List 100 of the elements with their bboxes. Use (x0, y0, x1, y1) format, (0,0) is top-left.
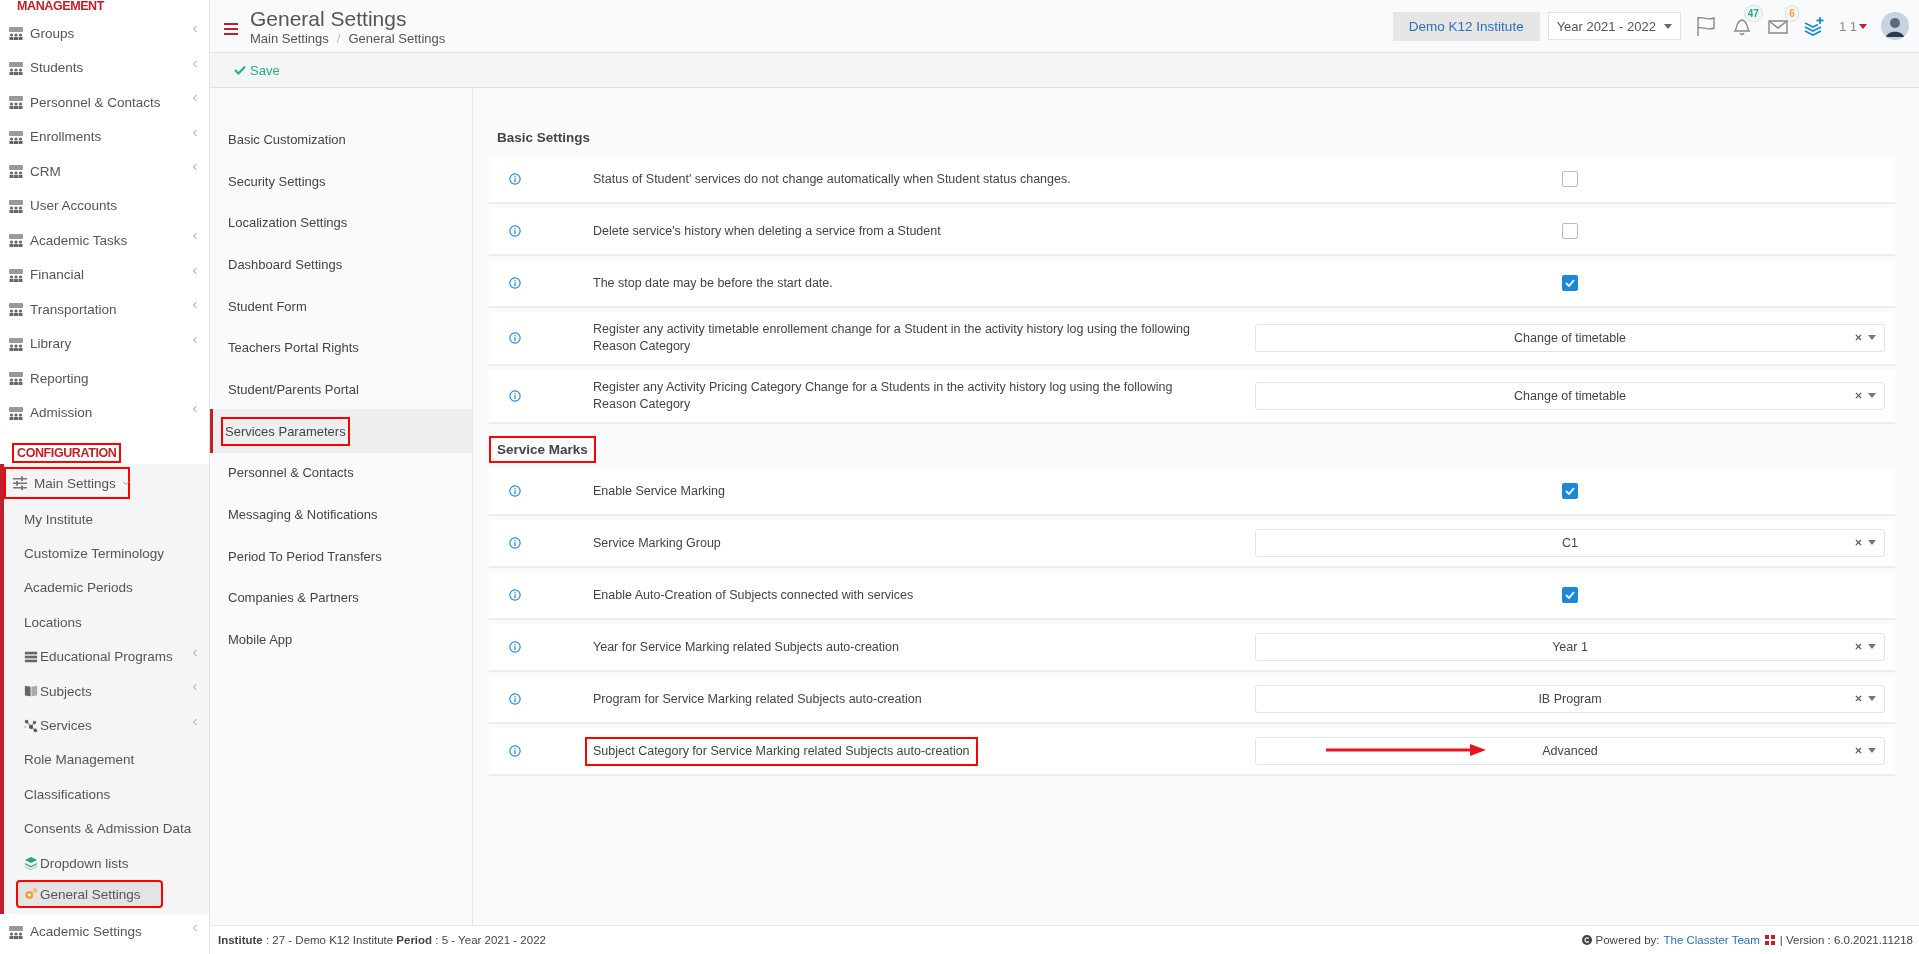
clear-icon[interactable] (1855, 539, 1862, 546)
settings-nav-item[interactable]: Basic Customization (210, 119, 472, 161)
settings-nav-item[interactable]: Companies & Partners (210, 576, 472, 619)
checkbox[interactable] (1562, 171, 1578, 187)
check-icon (1565, 279, 1575, 287)
institute-button[interactable]: Demo K12 Institute (1392, 11, 1540, 41)
sidebar-item[interactable]: Customize Terminology (4, 536, 209, 571)
sidebar-item[interactable]: Enrollments (0, 119, 209, 154)
info-icon[interactable] (509, 485, 521, 497)
info-icon[interactable] (509, 745, 521, 757)
info-icon[interactable] (509, 332, 521, 344)
breadcrumb-link[interactable]: General Settings (348, 30, 446, 46)
sidebar-item[interactable]: Financial (0, 257, 209, 292)
sidebar-item[interactable]: Main Settings (4, 467, 130, 499)
sidebar-item[interactable]: Academic Tasks (0, 223, 209, 258)
select-value: Advanced (1542, 744, 1598, 758)
caret-icon (1868, 393, 1876, 398)
caret-icon (1868, 696, 1876, 701)
check-icon (1565, 591, 1575, 599)
info-icon[interactable] (509, 693, 521, 705)
sidebar-item[interactable]: User Accounts (0, 188, 209, 223)
breadcrumb-link[interactable]: Main Settings (250, 30, 329, 46)
nav-item-label: Period To Period Transfers (227, 547, 383, 566)
info-icon[interactable] (509, 537, 521, 549)
powered-label: Powered by: (1595, 934, 1660, 946)
page-title: General Settings (250, 6, 408, 31)
info-icon[interactable] (509, 390, 521, 402)
sidebar-item[interactable]: Subjects (4, 673, 209, 709)
settings-nav-item[interactable]: Localization Settings (210, 202, 472, 244)
settings-nav-item[interactable]: Security Settings (210, 160, 472, 203)
info-icon[interactable] (509, 277, 521, 289)
sidebar-item[interactable]: CRM (0, 154, 209, 189)
setting-label: Year for Service Marking related Subjects auto-creation (592, 638, 900, 656)
settings-nav-item[interactable]: Student Form (210, 285, 472, 327)
chevron-icon (191, 163, 199, 172)
group-icon (8, 25, 24, 42)
settings-nav-item[interactable]: Personnel & Contacts (210, 452, 472, 494)
check-icon (1565, 487, 1575, 495)
clear-icon[interactable] (1855, 747, 1862, 754)
select-field[interactable]: Year 1 (1255, 633, 1885, 661)
sidebar-item[interactable]: Role Management (4, 742, 209, 778)
sidebar-item[interactable]: General Settings (16, 880, 163, 909)
settings-nav-item[interactable]: Period To Period Transfers (210, 535, 472, 577)
chevron-icon (191, 301, 199, 310)
settings-nav-item[interactable]: Dashboard Settings (210, 243, 472, 286)
settings-nav-item[interactable]: Teachers Portal Rights (210, 326, 472, 369)
sidebar-item[interactable]: Academic Periods (4, 570, 209, 606)
settings-nav-item[interactable]: Mobile App (210, 618, 472, 661)
caret-icon[interactable] (1859, 23, 1867, 29)
nav-item-label: Student Form (227, 297, 308, 316)
sidebar-item[interactable]: Dropdown lists (4, 845, 209, 881)
checkbox[interactable] (1562, 223, 1578, 239)
sidebar-item[interactable]: Groups (0, 16, 209, 51)
sidebar-item[interactable]: Locations (4, 605, 209, 640)
sidebar-item[interactable]: Services (4, 708, 209, 743)
clear-icon[interactable] (1855, 392, 1862, 399)
sidebar-item[interactable]: Admission (0, 395, 209, 430)
caret-icon (1663, 23, 1672, 29)
clear-icon[interactable] (1855, 334, 1862, 341)
clear-icon[interactable] (1855, 695, 1862, 702)
sidebar-item[interactable]: Classifications (4, 777, 209, 812)
flag-icon[interactable] (1694, 15, 1717, 37)
select-field[interactable]: IB Program (1255, 685, 1885, 713)
sidebar-item[interactable]: Consents & Admission Data (4, 811, 209, 846)
settings-nav-item[interactable]: Messaging & Notifications (210, 493, 472, 536)
sidebar-item[interactable]: Transportation (0, 292, 209, 327)
select-field[interactable]: Change of timetable (1255, 324, 1885, 352)
section-heading: CONFIGURATION (12, 443, 122, 463)
team-link[interactable]: The Classter Team (1663, 934, 1760, 946)
select-field[interactable]: C1 (1255, 529, 1885, 557)
checkbox[interactable] (1562, 275, 1578, 291)
sidebar-item[interactable]: Library (0, 326, 209, 361)
chevron-icon (191, 335, 199, 344)
avatar-icon[interactable] (1881, 12, 1909, 40)
setting-label: The stop date may be before the start date. (592, 274, 834, 292)
settings-nav-item[interactable]: Student/Parents Portal (210, 368, 472, 411)
info-icon[interactable] (509, 641, 521, 653)
select-field[interactable]: Advanced (1255, 737, 1885, 765)
menu-icon[interactable] (224, 23, 238, 35)
info-icon[interactable] (509, 173, 521, 185)
nav-item-label: Security Settings (227, 172, 327, 191)
checkbox[interactable] (1562, 587, 1578, 603)
select-field[interactable]: Change of timetable (1255, 382, 1885, 410)
sidebar-item[interactable]: Personnel & Contacts (0, 85, 209, 120)
section-heading: Service Marks (489, 435, 596, 463)
sidebar-item[interactable]: Educational Programs (4, 639, 209, 674)
setting-label: Subject Category for Service Marking related Subjects auto-creation (585, 736, 978, 766)
clear-icon[interactable] (1855, 643, 1862, 650)
settings-nav-item[interactable]: Services Parameters (210, 409, 472, 454)
chevron-icon (191, 59, 199, 68)
sidebar-item[interactable]: Reporting (0, 361, 209, 396)
sidebar-item[interactable]: Students (0, 50, 209, 85)
setting-label: Delete service's history when deleting a service from a Student (592, 222, 942, 240)
year-dropdown[interactable]: Year 2021 - 2022 (1547, 12, 1681, 40)
checkbox[interactable] (1562, 483, 1578, 499)
sidebar-item[interactable]: Academic Settings (0, 914, 209, 949)
layers-add-icon[interactable] (1802, 15, 1825, 37)
info-icon[interactable] (509, 589, 521, 601)
sidebar-item[interactable]: My Institute (4, 502, 209, 537)
info-icon[interactable] (509, 225, 521, 237)
